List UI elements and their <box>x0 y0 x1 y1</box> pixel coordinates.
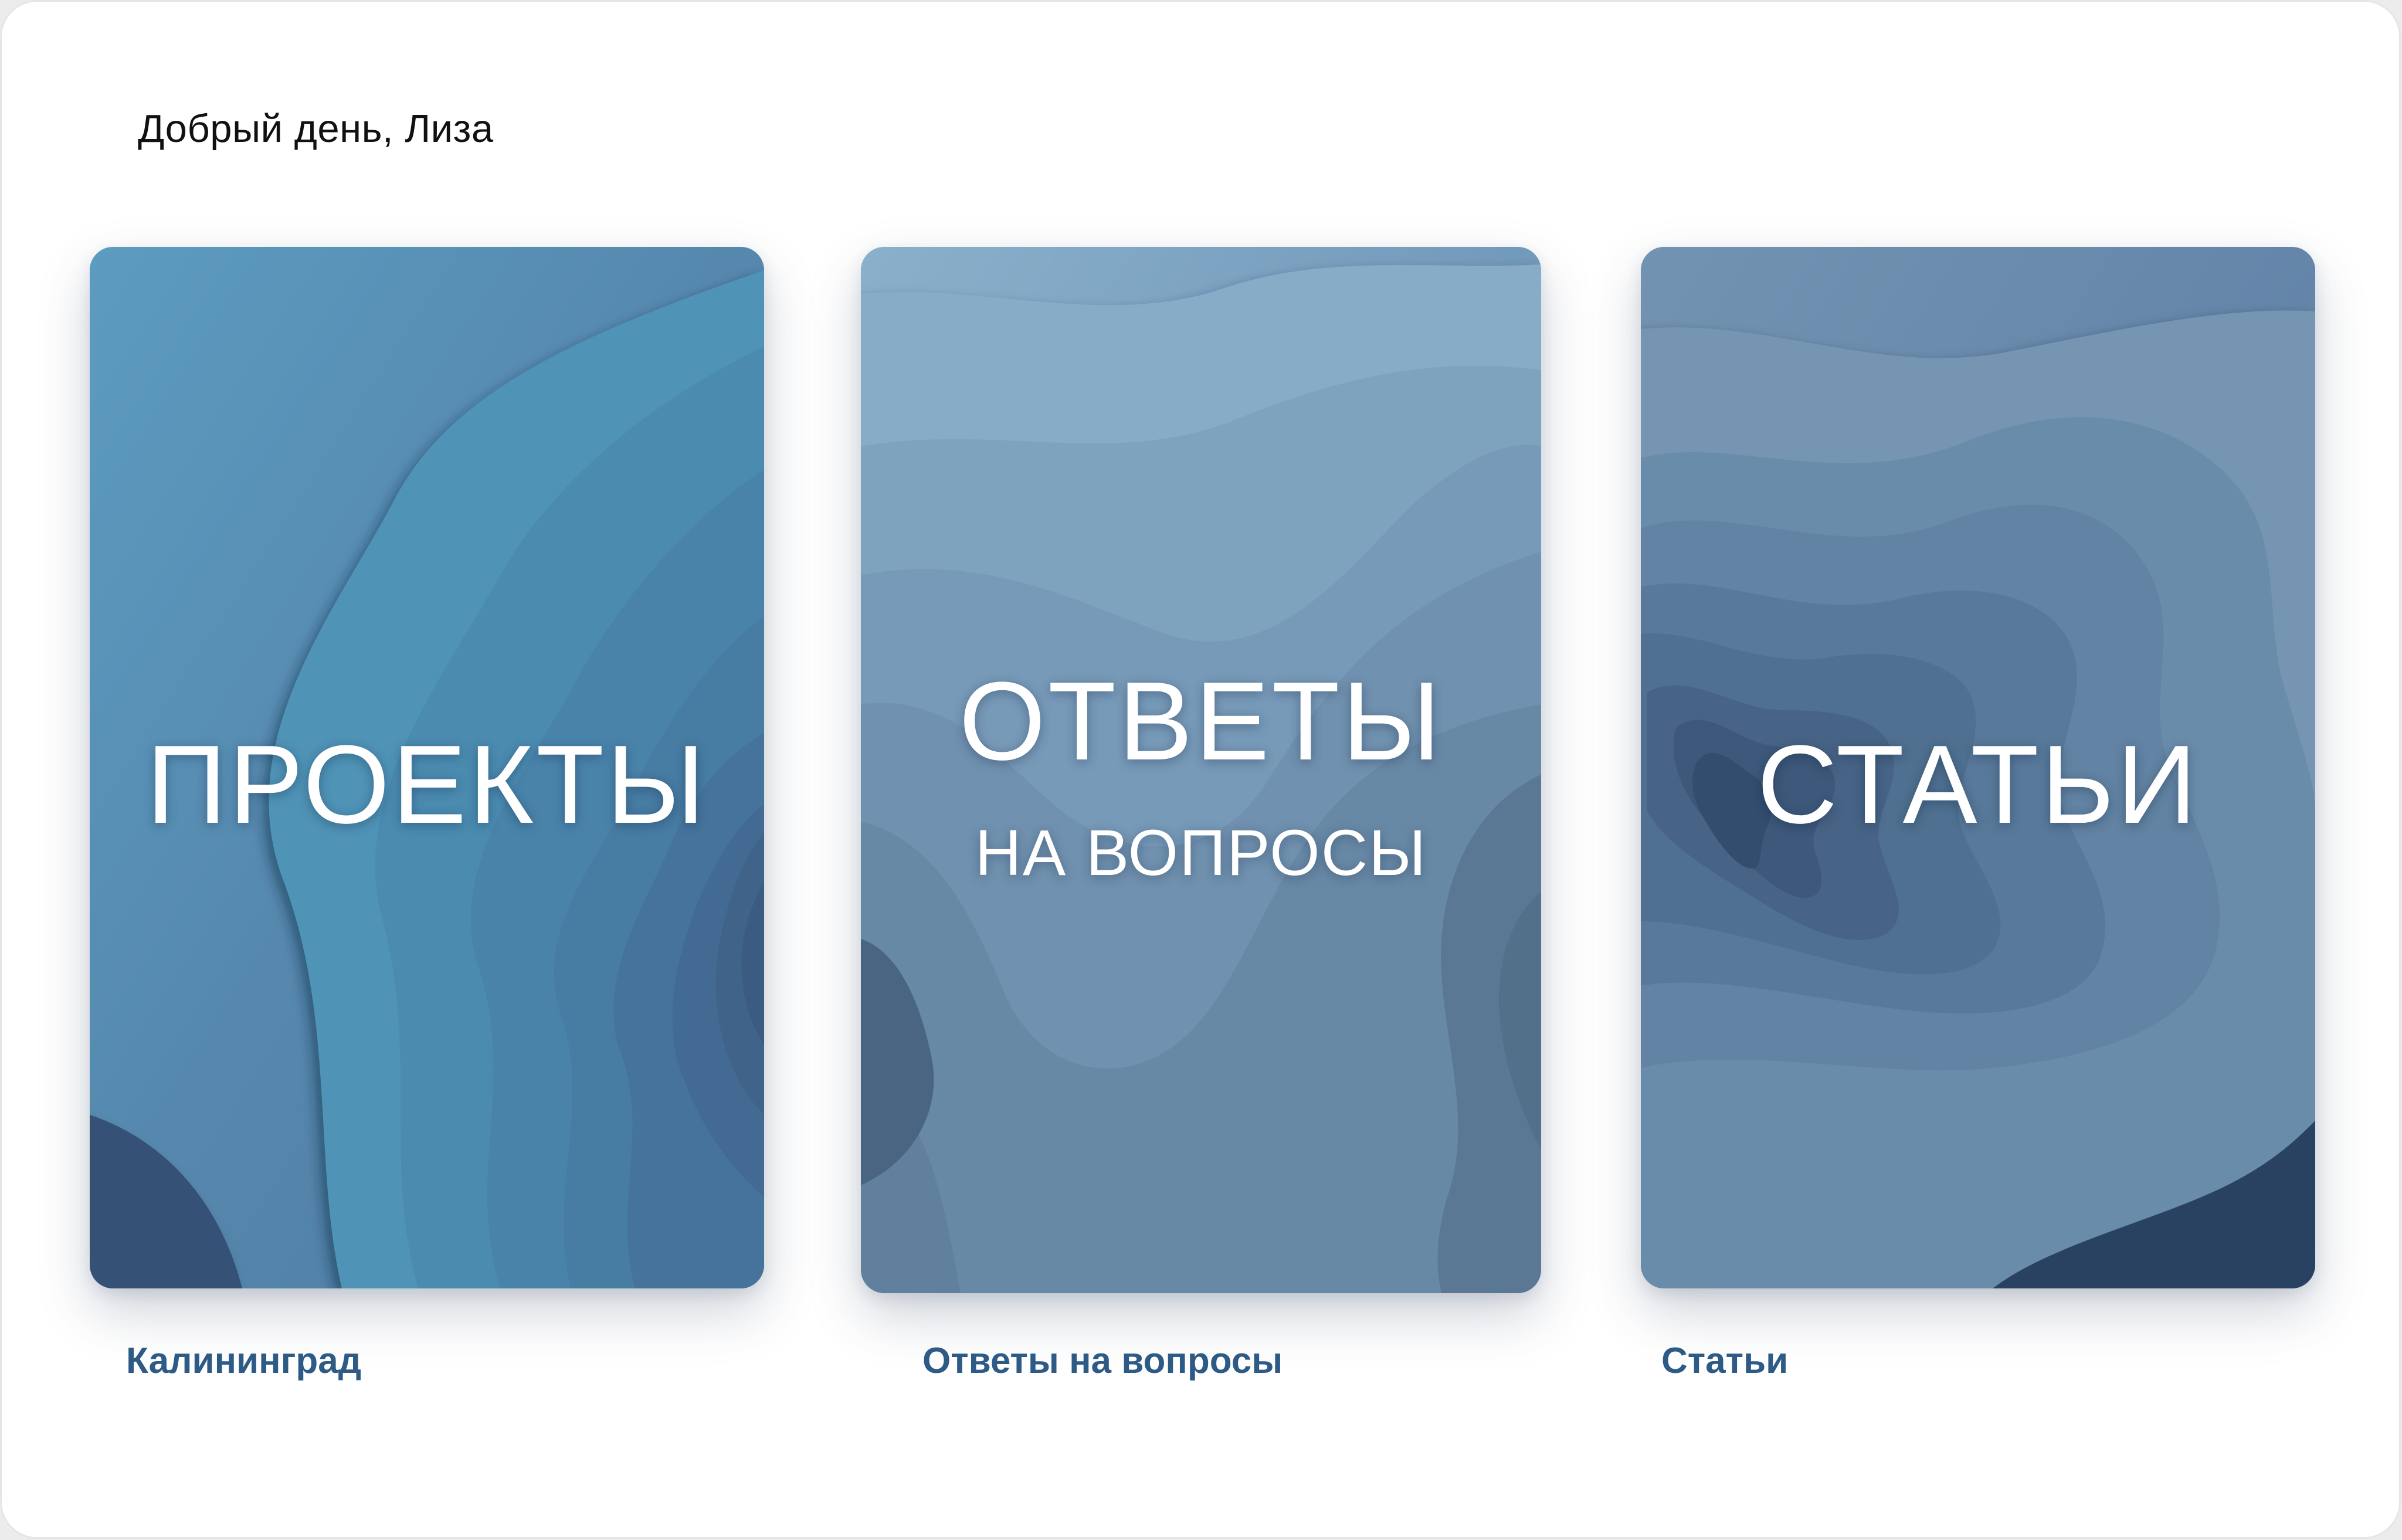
caption-kaliningrad[interactable]: Калининград <box>126 1340 361 1382</box>
greeting-text: Добрый день, Лиза <box>138 107 494 151</box>
page-frame: Добрый день, Лиза ПРОЕКТЫ ОТВЕТЫ НА ВОПР… <box>2 2 2399 1537</box>
caption-faq[interactable]: Ответы на вопросы <box>922 1340 1283 1382</box>
card-faq[interactable]: ОТВЕТЫ НА ВОПРОСЫ <box>861 247 1541 1293</box>
caption-articles[interactable]: Статьи <box>1661 1340 1788 1382</box>
card-title: ПРОЕКТЫ <box>146 722 708 847</box>
card-projects[interactable]: ПРОЕКТЫ <box>90 247 764 1288</box>
card-title: ОТВЕТЫ <box>959 659 1443 783</box>
card-subtitle: НА ВОПРОСЫ <box>975 817 1427 889</box>
card-articles[interactable]: СТАТЬИ <box>1641 247 2315 1288</box>
card-title: СТАТЬИ <box>1757 722 2199 847</box>
